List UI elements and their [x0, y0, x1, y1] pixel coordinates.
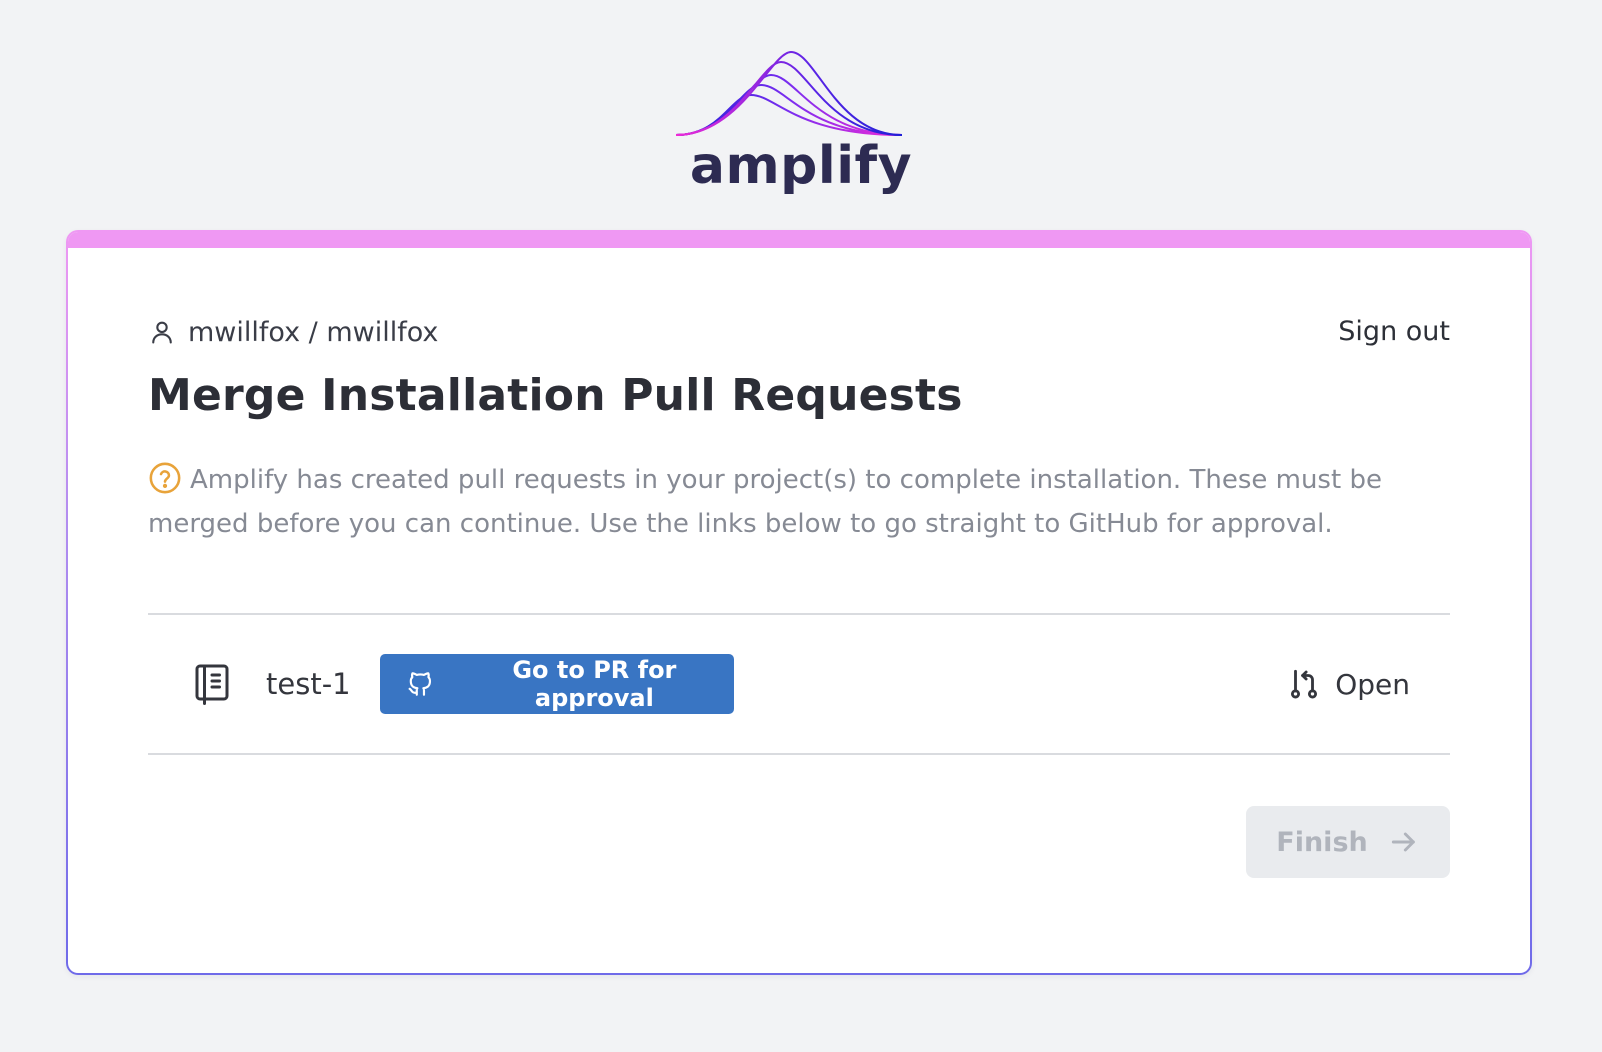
wave-logo-icon [676, 50, 903, 136]
card-body: mwillfox / mwillfox Sign out Merge Insta… [68, 232, 1530, 973]
brand-logo: amplify [0, 40, 1602, 210]
sign-out-link[interactable]: Sign out [1338, 312, 1450, 352]
github-icon [408, 672, 432, 696]
repository-name: test-1 [266, 667, 351, 701]
help-circle-icon [149, 462, 181, 494]
account-label: mwillfox / mwillfox [188, 316, 439, 348]
user-icon [152, 321, 172, 344]
pr-status-label: Open [1335, 667, 1410, 701]
instructions: Amplify has created pull requests in you… [148, 458, 1408, 546]
card-accent-bar [68, 232, 1530, 248]
page: amplify mwillfox / mwillfox Sign out Mer… [0, 0, 1602, 1052]
pull-request-row: test-1 Go to PR for approval Open [148, 615, 1450, 753]
install-card: mwillfox / mwillfox Sign out Merge Insta… [66, 230, 1532, 975]
brand-wordmark: amplify [689, 136, 913, 196]
repository-icon [195, 664, 229, 705]
page-title: Merge Installation Pull Requests [148, 370, 963, 421]
arrow-right-icon [1391, 832, 1415, 852]
go-to-pr-button[interactable]: Go to PR for approval [380, 654, 734, 714]
finish-button[interactable]: Finish [1246, 806, 1450, 878]
finish-label: Finish [1276, 826, 1368, 858]
pr-status: Open [1287, 663, 1410, 705]
pull-request-icon [1291, 669, 1318, 699]
divider [148, 753, 1450, 755]
go-to-pr-label: Go to PR for approval [512, 656, 677, 712]
account-indicator: mwillfox / mwillfox [148, 312, 438, 352]
instructions-text: Amplify has created pull requests in you… [148, 465, 1382, 539]
